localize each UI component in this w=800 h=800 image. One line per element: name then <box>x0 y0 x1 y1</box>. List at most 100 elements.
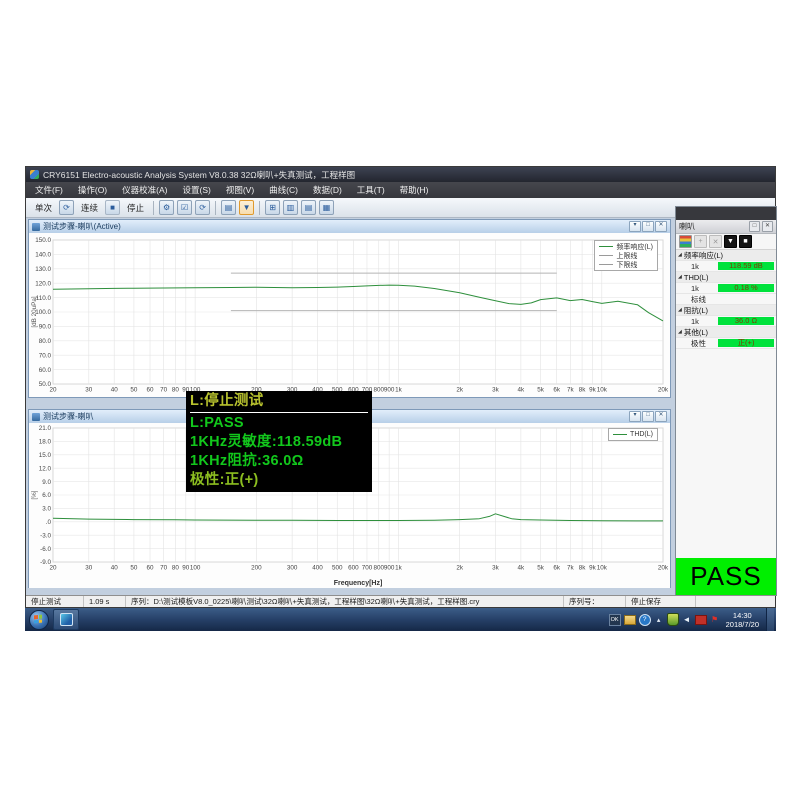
panel-maximize-icon[interactable]: □ <box>642 221 654 232</box>
delete-icon[interactable]: ✕ <box>709 235 722 248</box>
result-line-status: L:停止测试 <box>190 392 368 413</box>
expand-triangle-icon[interactable]: ◢ <box>678 307 682 313</box>
status-bar: 停止测试 1.09 s 序列：D:\测试模板V8.0_0225\喇叭测试\32Ω… <box>26 595 775 607</box>
frequency-response-chart: 150.0140.0130.0120.0110.0100.090.080.070… <box>29 233 670 397</box>
action-center-flag-icon[interactable]: ⚑ <box>710 615 720 625</box>
row-label: 标线 <box>691 294 706 304</box>
panel-maximize-icon[interactable]: □ <box>642 411 654 422</box>
tray-app-icon-red[interactable] <box>694 614 707 625</box>
menu-help[interactable]: 帮助(H) <box>400 184 429 196</box>
close-icon[interactable]: ✕ <box>762 221 773 232</box>
loop-icon[interactable]: ⟳ <box>59 200 75 215</box>
statistics-icon[interactable] <box>679 235 692 248</box>
x-tick-label: 100 <box>190 565 201 572</box>
start-button[interactable] <box>29 609 49 630</box>
menu-file[interactable]: 文件(F) <box>35 184 63 196</box>
expand-triangle-icon[interactable]: ◢ <box>678 329 682 335</box>
x-tick-label: 9k <box>589 387 597 394</box>
tile-vertical-icon[interactable]: ▦ <box>319 200 335 215</box>
add-report-icon[interactable]: ⊞ <box>265 200 281 215</box>
menu-data[interactable]: 数据(D) <box>313 184 342 196</box>
save-icon[interactable]: ▼ <box>239 200 255 215</box>
chart-check-icon[interactable]: ☑ <box>177 200 193 215</box>
menu-tools[interactable]: 工具(T) <box>357 184 385 196</box>
y-tick-label: 9.0 <box>42 479 51 486</box>
x-tick-label: 8k <box>579 565 587 572</box>
stop-square-icon[interactable]: ■ <box>105 200 121 215</box>
panel-title: 测试步骤-喇叭(Active) <box>43 222 121 231</box>
pin-icon[interactable]: □ <box>749 221 760 232</box>
panel-menu-icon[interactable]: ▾ <box>629 221 641 232</box>
menu-curve[interactable]: 曲线(C) <box>269 184 298 196</box>
x-tick-label: 4k <box>518 387 526 394</box>
table-row[interactable]: 1k 36.0 Ω <box>676 316 776 327</box>
add-icon[interactable]: + <box>694 235 707 248</box>
refresh-icon[interactable]: ⟳ <box>195 200 211 215</box>
single-test-button[interactable]: 单次 <box>31 200 56 216</box>
panel-close-icon[interactable]: ✕ <box>655 221 667 232</box>
taskbar-clock[interactable]: 14:30 2018/7/20 <box>726 611 759 629</box>
x-tick-label: 2k <box>456 565 464 572</box>
dropdown-icon[interactable]: ▼ <box>724 235 737 248</box>
language-indicator[interactable]: OK <box>608 613 621 626</box>
status-time: 1.09 s <box>84 596 126 607</box>
show-desktop-button[interactable] <box>766 608 774 631</box>
menu-calibration[interactable]: 仪器校准(A) <box>122 184 167 196</box>
menu-settings[interactable]: 设置(S) <box>182 184 210 196</box>
legend-item: 下限线 <box>599 260 653 269</box>
x-tick-label: 8k <box>579 387 587 394</box>
x-tick-label: 400 <box>312 565 323 572</box>
toolbar: 单次 ⟳ 连续 ■ 停止 ⚙ ☑ ⟳ ▤ ▼ ⊞ ▥ ▤ ▦ <box>26 198 775 218</box>
table-row[interactable]: 极性 正(+) <box>676 338 776 349</box>
folder-tray-icon[interactable] <box>623 614 636 625</box>
panel-icon <box>32 412 40 421</box>
legend-line-swatch <box>599 255 614 256</box>
expand-triangle-icon[interactable]: ◢ <box>678 274 682 280</box>
x-tick-label: 3k <box>492 387 500 394</box>
table-row[interactable]: 标线 <box>676 294 776 305</box>
x-tick-label: 700 <box>362 565 373 572</box>
dock-header[interactable]: 喇叭 □ ✕ <box>676 220 776 234</box>
dock-title: 喇叭 <box>679 222 695 231</box>
security-shield-icon[interactable] <box>666 613 679 626</box>
help-tray-icon[interactable]: ? <box>638 613 651 626</box>
export-icon[interactable]: ▤ <box>221 200 237 215</box>
settings-icon[interactable]: ⚙ <box>159 200 175 215</box>
group-thd[interactable]: ◢ THD(L) <box>676 272 776 283</box>
group-other[interactable]: ◢ 其他(L) <box>676 327 776 338</box>
tile-horizontal-icon[interactable]: ▤ <box>301 200 317 215</box>
menu-operation[interactable]: 操作(O) <box>78 184 107 196</box>
panel-title: 测试步骤-喇叭 <box>43 412 94 421</box>
panel-header[interactable]: 测试步骤-喇叭(Active) ▾ □ ✕ <box>29 220 670 234</box>
legend-label: THD(L) <box>630 431 653 438</box>
x-tick-label: 10k <box>597 387 608 394</box>
x-tick-label: 50 <box>130 387 138 394</box>
x-tick-label: 800 <box>373 565 384 572</box>
taskbar-app-button[interactable] <box>53 609 79 630</box>
row-label: 1k <box>691 316 699 326</box>
x-tick-label: 6k <box>553 387 561 394</box>
toolbar-separator <box>215 200 217 215</box>
group-impedance[interactable]: ◢ 阻抗(L) <box>676 305 776 316</box>
stop-button[interactable]: 停止 <box>123 200 148 216</box>
panel-close-icon[interactable]: ✕ <box>655 411 667 422</box>
volume-icon[interactable]: ◄ <box>682 615 692 625</box>
panel-icon <box>32 222 40 231</box>
menu-view[interactable]: 视图(V) <box>226 184 254 196</box>
show-hidden-icons-arrow[interactable]: ▴ <box>654 615 664 625</box>
continuous-test-button[interactable]: 连续 <box>77 200 102 216</box>
windows-taskbar: OK ? ▴ ◄ ⚑ 14:30 2018/7/20 <box>25 608 776 631</box>
table-row[interactable]: 1k 118.59 dB <box>676 261 776 272</box>
x-tick-label: 20 <box>49 565 57 572</box>
panel-menu-icon[interactable]: ▾ <box>629 411 641 422</box>
collapse-icon[interactable]: ■ <box>739 235 752 248</box>
y-tick-label: -6.0 <box>40 546 51 553</box>
title-bar: CRY6151 Electro-acoustic Analysis System… <box>26 167 775 182</box>
x-tick-label: 4k <box>518 565 526 572</box>
results-tree: ◢ 频率响应(L) 1k 118.59 dB ◢ THD(L) 1k 0.18 … <box>676 250 776 558</box>
y-tick-label: 6.0 <box>42 492 51 499</box>
table-row[interactable]: 1k 0.18 % <box>676 283 776 294</box>
group-frequency-response[interactable]: ◢ 频率响应(L) <box>676 250 776 261</box>
expand-triangle-icon[interactable]: ◢ <box>678 252 682 258</box>
chart-add-icon[interactable]: ▥ <box>283 200 299 215</box>
